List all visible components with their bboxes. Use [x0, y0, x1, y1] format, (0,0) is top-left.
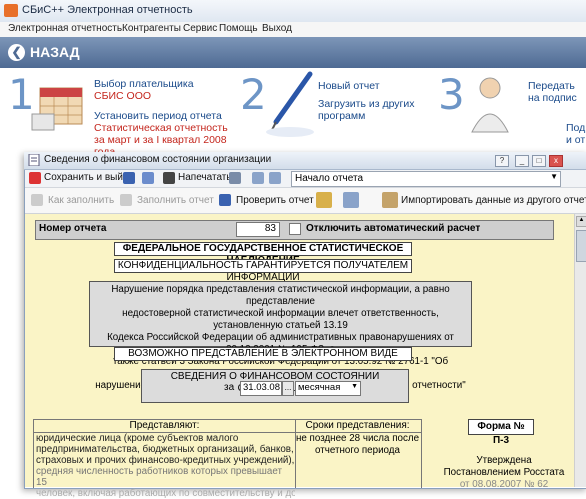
report-window-title: Сведения о финансовом состоянии организа…	[44, 154, 272, 165]
app-logo-icon	[4, 4, 18, 17]
help-icon[interactable]: ?	[495, 155, 509, 167]
minimize-icon[interactable]: _	[515, 155, 529, 167]
step2-action[interactable]: Загрузить из других программ	[318, 98, 418, 122]
form-number-text: Форма № П-3	[477, 421, 525, 446]
warning-line-2: недостоверной статистической информации …	[122, 308, 439, 331]
confidentiality-banner: КОНФИДЕНЦИАЛЬНОСТЬ ГАРАНТИРУЕТСЯ ПОЛУЧАТ…	[114, 259, 412, 283]
help-fill-icon	[31, 194, 43, 206]
refresh-icon[interactable]	[343, 192, 359, 208]
deadline-cell: Сроки представления: не позднее 28 числа…	[294, 419, 422, 488]
represent-line-1: юридические лица (кроме субъектов малого	[36, 433, 239, 444]
menubar: Электронная отчетность Контрагенты Серви…	[0, 22, 586, 38]
check-report-button[interactable]: Проверить отчет	[236, 195, 314, 206]
federal-observation-banner: ФЕДЕРАЛЬНОЕ ГОСУДАРСТВЕННОЕ СТАТИСТИЧЕСК…	[114, 242, 412, 266]
menu-electronic-reporting[interactable]: Электронная отчетность	[8, 23, 122, 34]
approval-block: Утверждена Постановлением Росстата от 08…	[440, 455, 568, 491]
arrow-left-icon: ❮	[8, 44, 25, 61]
auto-calc-checkbox[interactable]	[289, 223, 301, 235]
menu-help[interactable]: Помощь	[219, 23, 258, 34]
report-form: Номер отчета 83 Отключить автоматический…	[25, 214, 574, 499]
how-fill-button[interactable]: Как заполнить	[48, 195, 114, 206]
step3-title[interactable]: Передать на подпис	[528, 80, 586, 104]
steps-panel: 1 Выбор плательщика СБИС ООО Установить …	[0, 68, 586, 158]
step1-subtitle[interactable]: СБИС ООО	[94, 90, 151, 102]
confidentiality-text: КОНФИДЕНЦИАЛЬНОСТЬ ГАРАНТИРУЕТСЯ ПОЛУЧАТ…	[117, 260, 409, 283]
save-icon[interactable]	[123, 172, 135, 184]
print-button[interactable]: Напечатать	[178, 172, 232, 183]
app-titlebar: СБиС++ Электронная отчетность	[0, 0, 586, 23]
represent-header: Представляют:	[34, 420, 295, 433]
step3-extra2: и от	[566, 134, 586, 146]
period-prefix: за	[224, 382, 235, 393]
search-icon[interactable]	[252, 172, 264, 184]
chevron-down-icon: ▼	[550, 172, 558, 181]
scroll-thumb[interactable]	[576, 230, 586, 262]
represent-line-2: предпринимательства, бюджетных организац…	[36, 444, 294, 455]
electronic-text: ВОЗМОЖНО ПРЕДСТАВЛЕНИЕ В ЭЛЕКТРОННОМ ВИД…	[128, 348, 398, 359]
deadline-line-2: отчетного периода	[315, 445, 400, 456]
copy-icon[interactable]	[142, 172, 154, 184]
save-exit-button[interactable]: Сохранить и выйти	[44, 172, 133, 183]
back-button[interactable]: ❮ НАЗАД	[8, 43, 88, 63]
menu-exit[interactable]: Выход	[262, 23, 292, 34]
form-number-label: Форма № П-3	[468, 419, 534, 446]
warning-line-1: Нарушение порядка представления статисти…	[111, 284, 450, 307]
check-report-icon	[219, 194, 231, 206]
represent-line-5: человек, включая работающих по совместит…	[36, 488, 295, 499]
import-icon	[382, 192, 398, 208]
fill-report-icon	[120, 194, 132, 206]
pen-illustration-icon	[266, 71, 314, 137]
step3-extra: Под	[566, 122, 586, 134]
save-exit-icon	[29, 172, 41, 184]
date-picker-button[interactable]: ...	[282, 381, 294, 396]
period-date-value: 31.03.08	[243, 382, 280, 393]
fill-report-button[interactable]: Заполнить отчет	[137, 195, 214, 206]
import-data-button[interactable]: Импортировать данные из другого отчета	[401, 195, 586, 206]
approval-line-2: Постановлением Росстата	[443, 467, 565, 478]
person-illustration-icon	[471, 77, 509, 133]
report-number-input[interactable]: 83	[236, 222, 280, 237]
calendar-illustration-icon	[31, 87, 83, 131]
auto-calc-label: Отключить автоматический расчет	[306, 223, 481, 234]
step1-action[interactable]: Установить период отчета	[94, 110, 222, 122]
toolbar-actions: Как заполнить Заполнить отчет Проверить …	[25, 188, 586, 214]
deadline-line-1: не позднее 28 числа после	[295, 433, 420, 444]
menu-contractors[interactable]: Контрагенты	[122, 23, 181, 34]
app-title: СБиС++ Электронная отчетность	[22, 4, 193, 16]
chevron-down-icon: ▼	[351, 383, 358, 390]
report-number-label: Номер отчета	[39, 223, 107, 234]
scroll-up-icon[interactable]: ▲	[576, 216, 586, 227]
preview-icon[interactable]	[229, 172, 241, 184]
represent-cell: Представляют: юридические лица (кроме су…	[33, 419, 296, 499]
represent-line-4: средняя численность работников которых п…	[36, 466, 282, 488]
period-date-input[interactable]: 31.03.08	[240, 381, 282, 396]
liability-warning: Нарушение порядка представления статисти…	[89, 281, 472, 391]
period-type-select[interactable]: месячная ▼	[295, 381, 361, 396]
maximize-icon[interactable]: □	[532, 155, 546, 167]
section-select-value: Начало отчета	[295, 173, 364, 184]
section-select[interactable]: Начало отчета ▼	[291, 171, 561, 187]
electronic-banner: ВОЗМОЖНО ПРЕДСТАВЛЕНИЕ В ЭЛЕКТРОННОМ ВИД…	[114, 347, 412, 361]
document-icon	[28, 154, 40, 166]
close-icon[interactable]: x	[549, 155, 563, 167]
back-label: НАЗАД	[30, 44, 80, 60]
export-icon[interactable]	[316, 192, 332, 208]
print-icon	[163, 172, 175, 184]
report-window-titlebar: Сведения о финансовом состоянии организа…	[24, 152, 586, 170]
step2-title[interactable]: Новый отчет	[318, 80, 380, 92]
deadline-header: Сроки представления:	[294, 420, 421, 433]
represent-line-3: страховых и прочих финансово-кредитных у…	[36, 455, 295, 466]
report-number-value: 83	[264, 223, 276, 234]
approval-line-1: Утверждена	[476, 455, 532, 466]
menu-service[interactable]: Сервис	[183, 23, 217, 34]
form-scrollbar[interactable]: ▲	[574, 214, 586, 487]
search-next-icon[interactable]	[269, 172, 281, 184]
period-type-value: месячная	[298, 382, 341, 393]
approval-line-3: от 08.08.2007 № 62	[459, 479, 549, 490]
step1-title[interactable]: Выбор плательщика	[94, 78, 194, 90]
